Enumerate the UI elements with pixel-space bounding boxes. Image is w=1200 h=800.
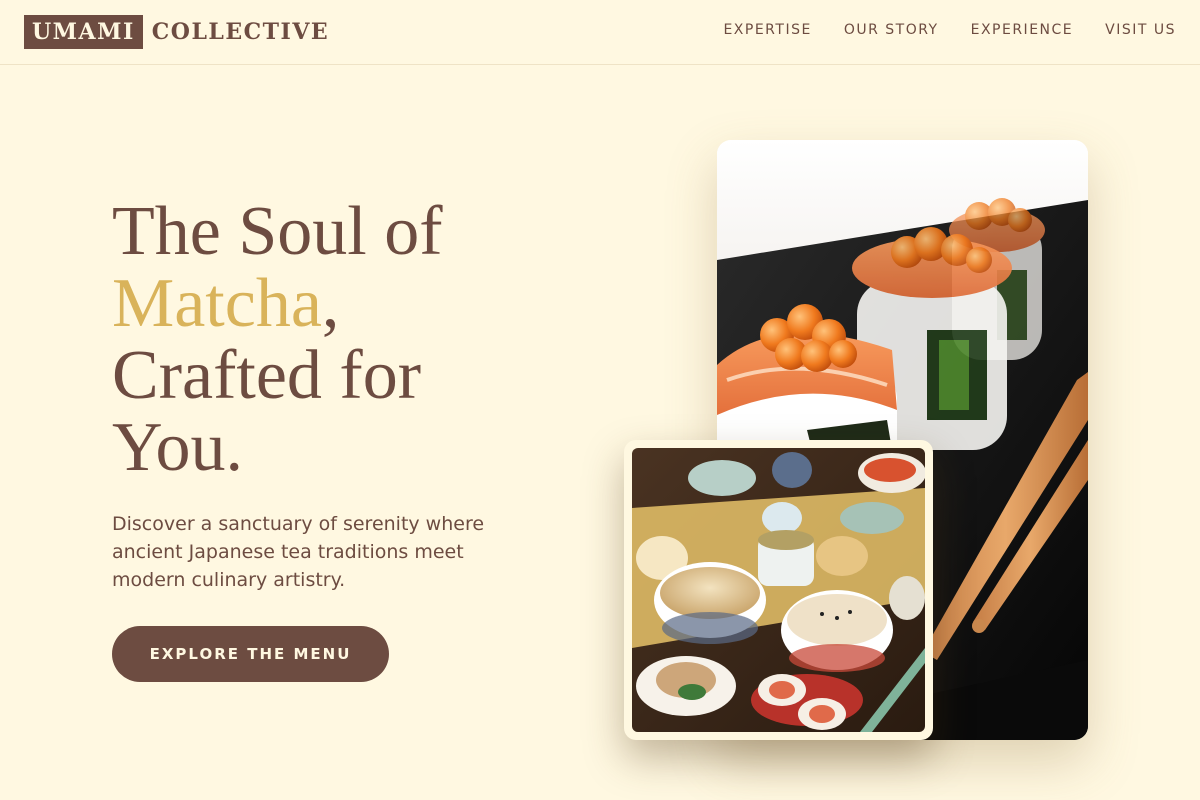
hero-title: The Soul of Matcha, Crafted for You. bbox=[112, 196, 572, 484]
hero-title-line4: You. bbox=[112, 409, 244, 486]
main-nav: EXPERTISE OUR STORY EXPERIENCE VISIT US bbox=[723, 22, 1176, 38]
logo-text: COLLECTIVE bbox=[151, 19, 330, 45]
site-header: UMAMI COLLECTIVE EXPERTISE OUR STORY EXP… bbox=[0, 0, 1200, 65]
nav-link-our-story[interactable]: OUR STORY bbox=[844, 22, 939, 38]
logo-boxed-text: UMAMI bbox=[24, 15, 143, 49]
set-meal-photo bbox=[624, 440, 933, 740]
hero-title-line3: Crafted for bbox=[112, 337, 422, 414]
brand-logo[interactable]: UMAMI COLLECTIVE bbox=[24, 15, 329, 49]
explore-menu-button[interactable]: EXPLORE THE MENU bbox=[112, 626, 389, 682]
set-meal-illustration bbox=[632, 448, 925, 732]
hero-title-accent: Matcha bbox=[112, 265, 322, 342]
set-meal-frame bbox=[632, 448, 925, 732]
nav-link-expertise[interactable]: EXPERTISE bbox=[723, 22, 811, 38]
hero-subtitle: Discover a sanctuary of serenity where a… bbox=[112, 513, 485, 591]
hero-title-comma: , bbox=[321, 265, 340, 342]
nav-link-visit-us[interactable]: VISIT US bbox=[1105, 22, 1176, 38]
nav-link-experience[interactable]: EXPERIENCE bbox=[971, 22, 1074, 38]
hero-title-line1: The Soul of bbox=[112, 193, 443, 270]
